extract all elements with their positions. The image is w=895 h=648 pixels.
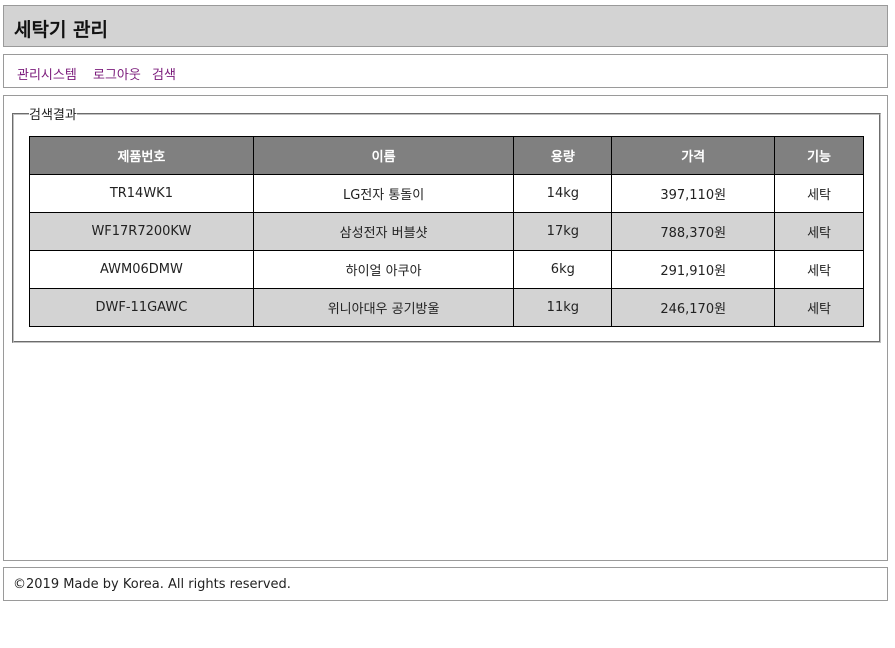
cell-product-number: WF17R7200KW — [29, 212, 254, 251]
cell-capacity: 6kg — [513, 250, 613, 289]
washer-table: 제품번호 이름 용량 가격 기능 TR14WK1 LG전자 통돌이 14kg 3… — [29, 136, 864, 327]
cell-function: 세탁 — [774, 212, 864, 251]
cell-price: 246,170원 — [611, 288, 776, 327]
header-bar: 세탁기 관리 — [3, 5, 888, 47]
table-row: AWM06DMW 하이얼 아쿠아 6kg 291,910원 세탁 — [29, 250, 864, 289]
column-header-price: 가격 — [611, 136, 776, 175]
column-header-capacity: 용량 — [513, 136, 613, 175]
nav-link-admin-system[interactable]: 관리시스템 — [17, 64, 77, 83]
cell-name: 하이얼 아쿠아 — [252, 250, 515, 289]
results-legend: 검색결과 — [29, 108, 77, 123]
cell-product-number: TR14WK1 — [29, 174, 254, 213]
cell-capacity: 11kg — [513, 288, 613, 327]
cell-product-number: DWF-11GAWC — [29, 288, 254, 327]
table-header-row: 제품번호 이름 용량 가격 기능 — [29, 136, 864, 175]
table-row: WF17R7200KW 삼성전자 버블샷 17kg 788,370원 세탁 — [29, 212, 864, 251]
cell-name: 삼성전자 버블샷 — [252, 212, 515, 251]
footer-bar: ©2019 Made by Korea. All rights reserved… — [3, 567, 888, 601]
table-row: DWF-11GAWC 위니아대우 공기방울 11kg 246,170원 세탁 — [29, 288, 864, 327]
cell-name: 위니아대우 공기방울 — [252, 288, 515, 327]
cell-function: 세탁 — [774, 174, 864, 213]
table-row: TR14WK1 LG전자 통돌이 14kg 397,110원 세탁 — [29, 174, 864, 213]
copyright-text: ©2019 Made by Korea. All rights reserved… — [13, 577, 291, 592]
column-header-product-number: 제품번호 — [29, 136, 254, 175]
cell-price: 397,110원 — [611, 174, 776, 213]
nav-link-logout[interactable]: 로그아웃 — [93, 64, 141, 83]
cell-price: 788,370원 — [611, 212, 776, 251]
cell-function: 세탁 — [774, 250, 864, 289]
cell-product-number: AWM06DMW — [29, 250, 254, 289]
page: 세탁기 관리 관리시스템 로그아웃 검색 검색결과 제품번호 이름 용량 가격 … — [0, 0, 895, 648]
nav-bar: 관리시스템 로그아웃 검색 — [3, 54, 888, 88]
column-header-name: 이름 — [252, 136, 515, 175]
cell-capacity: 17kg — [513, 212, 613, 251]
page-title: 세탁기 관리 — [14, 19, 109, 41]
main-content: 검색결과 제품번호 이름 용량 가격 기능 TR14WK1 LG전자 통돌이 1… — [3, 95, 888, 561]
cell-function: 세탁 — [774, 288, 864, 327]
nav-link-search[interactable]: 검색 — [152, 64, 176, 83]
cell-price: 291,910원 — [611, 250, 776, 289]
cell-name: LG전자 통돌이 — [252, 174, 515, 213]
column-header-function: 기능 — [774, 136, 864, 175]
cell-capacity: 14kg — [513, 174, 613, 213]
